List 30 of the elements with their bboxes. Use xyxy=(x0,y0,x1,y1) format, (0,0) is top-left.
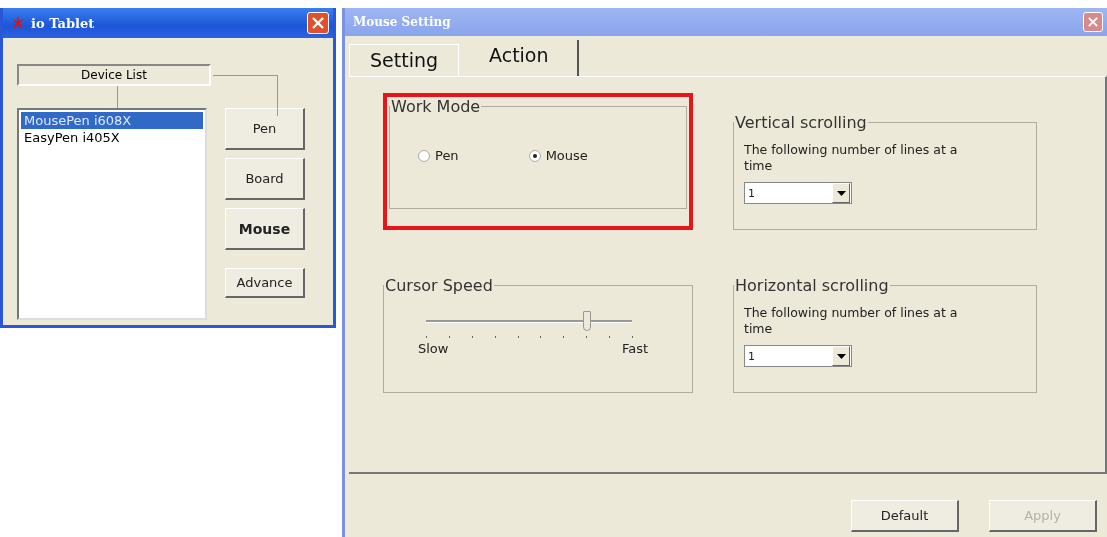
fast-label: Fast xyxy=(621,341,648,356)
category-button[interactable]: Board xyxy=(225,158,305,200)
slow-label: Slow xyxy=(418,341,449,356)
lines-dropdown[interactable]: 1 xyxy=(744,345,852,367)
close-button[interactable] xyxy=(307,12,329,34)
category-button[interactable]: Mouse xyxy=(225,208,305,250)
dialog-button[interactable]: Default xyxy=(851,500,959,532)
category-button[interactable]: Pen xyxy=(225,108,305,150)
radio-button[interactable] xyxy=(418,149,430,162)
group-title: Cursor Speed xyxy=(384,276,494,295)
device-item[interactable]: MousePen i608X xyxy=(21,112,203,129)
app-logo-icon xyxy=(11,15,25,31)
tab[interactable]: Setting xyxy=(349,44,460,76)
speed-slider[interactable] xyxy=(426,311,632,341)
category-button[interactable]: Advance xyxy=(225,268,305,298)
lines-dropdown[interactable]: 1 xyxy=(744,182,852,204)
window-title: Mouse Setting xyxy=(353,15,452,29)
scrolling-description: The following number of lines at a time xyxy=(744,305,959,337)
group-title: Horizontal scrolling xyxy=(734,276,890,295)
close-icon[interactable] xyxy=(312,17,324,29)
radio-option[interactable]: Pen xyxy=(418,148,459,163)
scrolling-description: The following number of lines at a time xyxy=(744,142,959,174)
device-item[interactable]: EasyPen i405X xyxy=(21,129,203,146)
device-list-label: Device List xyxy=(17,64,211,86)
group-title: Work Mode xyxy=(390,97,482,116)
slider-thumb[interactable] xyxy=(582,311,591,331)
window-title: io Tablet xyxy=(31,15,96,31)
radio-button[interactable] xyxy=(528,149,541,162)
radio-option[interactable]: Mouse xyxy=(528,148,588,163)
group-title: Vertical scrolling xyxy=(734,113,868,132)
